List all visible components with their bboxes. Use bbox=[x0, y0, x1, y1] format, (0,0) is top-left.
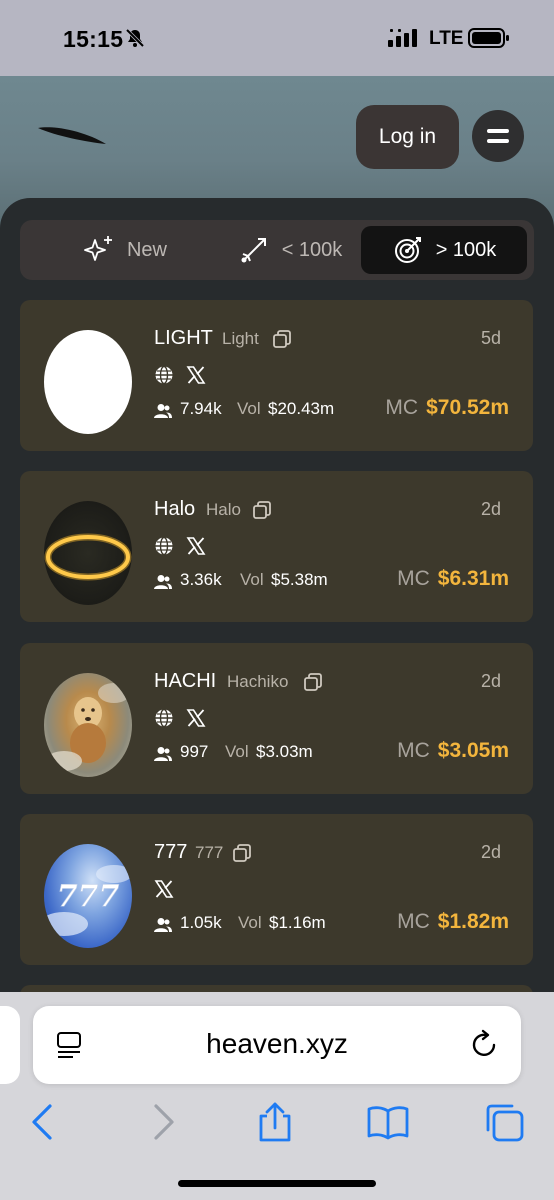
token-card-halo[interactable]: Halo Halo 2d 3.36k Vol $5.38m MC $6.31m bbox=[20, 471, 533, 622]
token-card-777[interactable]: 777 777 777 2d 1.05k Vol $1.16m MC $1.82… bbox=[20, 814, 533, 965]
token-age: 5d bbox=[480, 328, 501, 348]
social-links bbox=[154, 535, 206, 557]
vol-label: Vol bbox=[238, 913, 262, 932]
share-icon[interactable] bbox=[253, 1100, 297, 1144]
copy-icon[interactable] bbox=[232, 843, 252, 863]
holders-icon bbox=[154, 747, 172, 761]
tab-new-label: New bbox=[126, 238, 167, 261]
token-symbol: LIGHT bbox=[154, 327, 213, 349]
mc-value: $70.52m bbox=[426, 396, 509, 419]
mc-value: $6.31m bbox=[437, 567, 509, 590]
mc-label: MC bbox=[397, 739, 430, 762]
vol-label: Vol bbox=[225, 742, 249, 761]
vol-value: $20.43m bbox=[268, 399, 335, 418]
token-symbol: 777 bbox=[154, 841, 188, 863]
halo-ring-icon bbox=[44, 533, 132, 581]
target-icon bbox=[394, 237, 421, 263]
social-links bbox=[154, 707, 206, 729]
globe-icon[interactable] bbox=[154, 708, 174, 728]
tabs-icon[interactable] bbox=[482, 1100, 526, 1144]
x-icon[interactable] bbox=[186, 365, 206, 385]
x-icon[interactable] bbox=[186, 536, 206, 556]
mc-label: MC bbox=[397, 567, 430, 590]
holders-count: 997 bbox=[180, 742, 209, 761]
avatar-777-text: 777 bbox=[57, 879, 120, 914]
tab-over-100k[interactable]: > 100k bbox=[361, 226, 527, 274]
tab-under-100k[interactable]: < 100k bbox=[215, 226, 365, 274]
market-cap: MC $70.52m bbox=[385, 396, 509, 420]
token-avatar bbox=[44, 673, 132, 777]
token-age: 2d bbox=[480, 842, 501, 862]
globe-icon[interactable] bbox=[154, 365, 174, 385]
tab-new[interactable]: New bbox=[50, 226, 200, 274]
battery-icon bbox=[468, 28, 509, 48]
social-links bbox=[154, 364, 206, 386]
copy-icon[interactable] bbox=[252, 500, 272, 520]
vol-value: $5.38m bbox=[271, 570, 328, 589]
token-name: Light bbox=[222, 329, 259, 348]
browser-toolbar: heaven.xyz bbox=[0, 992, 554, 1200]
token-symbol: HACHI bbox=[154, 670, 217, 692]
market-cap: MC $6.31m bbox=[397, 567, 509, 591]
rocket-trail-icon bbox=[241, 238, 266, 263]
token-avatar bbox=[44, 330, 132, 434]
url-text: heaven.xyz bbox=[206, 1028, 348, 1059]
status-time: 15:15 bbox=[63, 26, 124, 52]
mc-value: $3.05m bbox=[437, 739, 509, 762]
holders-count: 1.05k bbox=[180, 913, 222, 932]
heaven-logo-icon[interactable] bbox=[36, 120, 108, 150]
network-label: LTE bbox=[429, 28, 464, 49]
market-cap: MC $1.82m bbox=[397, 910, 509, 934]
status-bar: 15:15 LTE bbox=[0, 0, 554, 76]
token-name: Halo bbox=[206, 500, 241, 519]
forward-arrow-icon[interactable] bbox=[140, 1100, 184, 1144]
token-avatar bbox=[44, 501, 132, 605]
holders-icon bbox=[154, 404, 172, 418]
menu-button[interactable] bbox=[472, 110, 524, 162]
x-icon[interactable] bbox=[186, 708, 206, 728]
sparkle-icon bbox=[84, 236, 112, 261]
holders-icon bbox=[154, 575, 172, 589]
social-links bbox=[154, 878, 174, 900]
vol-label: Vol bbox=[240, 570, 264, 589]
vol-value: $3.03m bbox=[256, 742, 313, 761]
vol-label: Vol bbox=[237, 399, 261, 418]
tab-under-100k-label: < 100k bbox=[281, 238, 343, 261]
token-avatar: 777 bbox=[44, 844, 132, 948]
dog-painting-icon bbox=[46, 683, 130, 771]
menu-line bbox=[487, 129, 509, 133]
tab-over-100k-label: > 100k bbox=[435, 238, 497, 261]
token-symbol: Halo bbox=[154, 498, 196, 520]
signal-icon bbox=[388, 29, 417, 47]
bell-slash-icon bbox=[125, 28, 145, 48]
token-card-hachi[interactable]: HACHI Hachiko 2d 997 Vol $3.03m MC $3.05… bbox=[20, 643, 533, 794]
reload-icon[interactable] bbox=[469, 1028, 501, 1060]
holders-count: 7.94k bbox=[180, 399, 222, 418]
market-cap: MC $3.05m bbox=[397, 739, 509, 763]
token-age: 2d bbox=[480, 499, 501, 519]
holders-icon bbox=[154, 918, 172, 932]
login-button[interactable]: Log in bbox=[356, 105, 459, 169]
token-age: 2d bbox=[480, 671, 501, 691]
x-icon[interactable] bbox=[154, 879, 174, 899]
copy-icon[interactable] bbox=[303, 672, 323, 692]
mc-label: MC bbox=[397, 910, 430, 933]
globe-icon[interactable] bbox=[154, 536, 174, 556]
token-name: 777 bbox=[195, 843, 224, 862]
sky-777-image: 777 bbox=[44, 865, 132, 936]
copy-icon[interactable] bbox=[272, 329, 292, 349]
address-bar[interactable]: heaven.xyz bbox=[33, 1006, 521, 1084]
back-arrow-icon[interactable] bbox=[22, 1100, 66, 1144]
token-card-light[interactable]: LIGHT Light 5d 7.94k Vol $20.43m MC $70.… bbox=[20, 300, 533, 451]
holders-count: 3.36k bbox=[180, 570, 222, 589]
mc-label: MC bbox=[385, 396, 419, 419]
previous-tab-preview[interactable] bbox=[0, 1006, 20, 1084]
home-indicator bbox=[178, 1180, 376, 1187]
vol-value: $1.16m bbox=[269, 913, 326, 932]
menu-line bbox=[487, 139, 509, 143]
bookmarks-icon[interactable] bbox=[366, 1100, 410, 1144]
mc-value: $1.82m bbox=[437, 910, 509, 933]
filter-tabs: New < 100k > 100k bbox=[20, 220, 534, 280]
token-name: Hachiko bbox=[227, 672, 289, 691]
